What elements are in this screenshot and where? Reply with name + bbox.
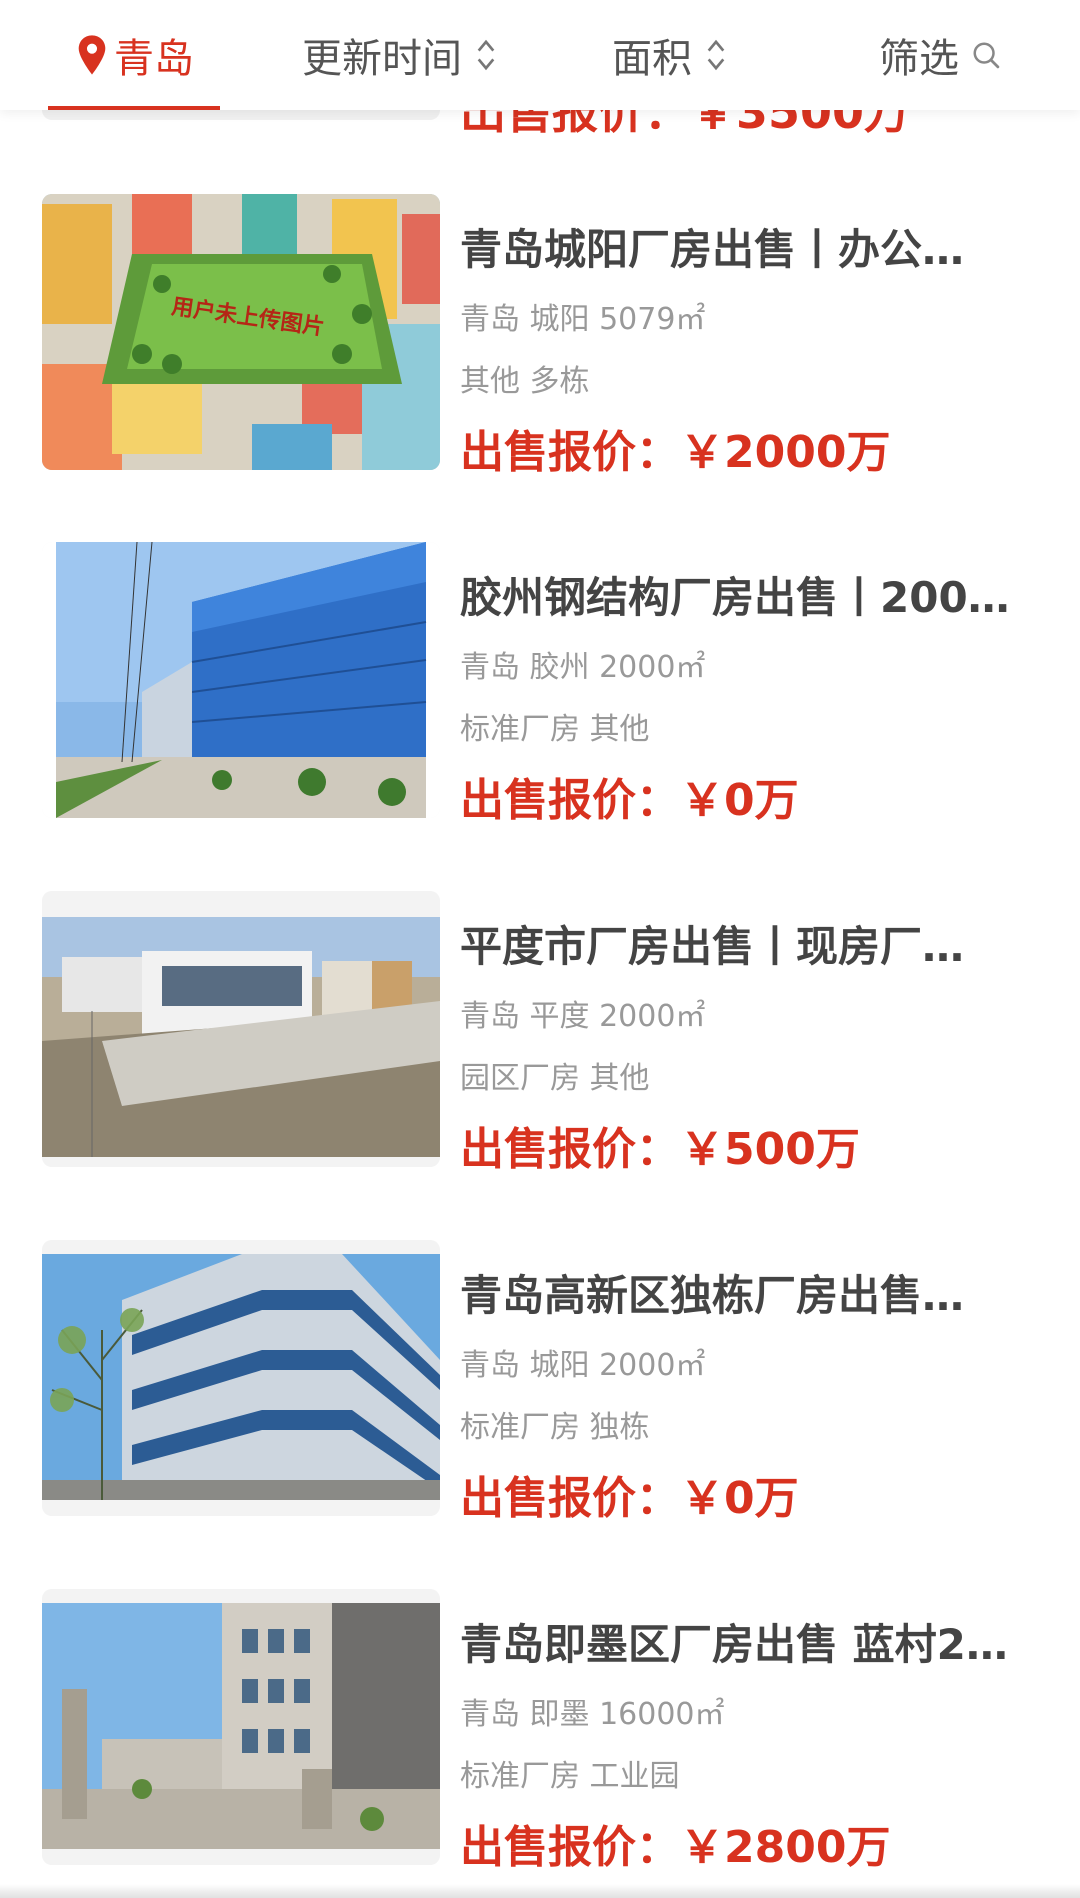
listing-thumbnail — [42, 542, 440, 818]
listing-title: 青岛城阳厂房出售丨办公… — [460, 225, 965, 274]
filter-bar: 青岛 更新时间 面积 筛选 — [0, 0, 1080, 110]
town-illustration: 用户未上传图片 — [42, 194, 440, 470]
location-pin-icon — [78, 35, 106, 75]
listing-title: 青岛即墨区厂房出售 蓝村2… — [460, 1620, 1008, 1669]
listing-tags: 标准厂房 独栋 — [460, 1410, 650, 1445]
listing-tags: 园区厂房 其他 — [460, 1061, 650, 1096]
listing-thumbnail — [42, 1240, 440, 1516]
listing-item[interactable]: 青岛高新区独栋厂房出售… 青岛 城阳 2000㎡ 标准厂房 独栋 出售报价：￥0… — [0, 1240, 1080, 1540]
listing-thumbnail — [42, 891, 440, 1167]
sort-area-label: 面积 — [612, 36, 692, 82]
active-tab-underline — [48, 106, 220, 110]
factory-photo — [42, 1589, 440, 1865]
bottom-shadow — [0, 1884, 1080, 1898]
listing-price: 出售报价：￥0万 — [460, 1473, 799, 1524]
listing-tags: 标准厂房 其他 — [460, 712, 650, 747]
sort-updown-icon — [477, 39, 495, 71]
listing-tags: 标准厂房 工业园 — [460, 1759, 680, 1794]
city-selector[interactable]: 青岛 — [48, 0, 220, 110]
search-icon — [973, 42, 1000, 69]
listing-item[interactable]: 平度市厂房出售丨现房厂… 青岛 平度 2000㎡ 园区厂房 其他 出售报价：￥5… — [0, 891, 1080, 1191]
factory-photo — [42, 1240, 440, 1516]
listing-thumbnail — [42, 1589, 440, 1865]
listing-price: 出售报价：￥500万 — [460, 1124, 860, 1175]
sort-update-time-label: 更新时间 — [302, 36, 462, 82]
listing-thumbnail: 用户未上传图片 — [42, 194, 440, 470]
sort-area[interactable]: 面积 — [600, 0, 740, 110]
listing-location: 青岛 即墨 16000㎡ — [460, 1697, 725, 1732]
filter-button[interactable]: 筛选 — [870, 0, 1010, 110]
sort-update-time[interactable]: 更新时间 — [290, 0, 510, 110]
listing-tags: 其他 多栋 — [460, 364, 590, 399]
listing-title: 胶州钢结构厂房出售丨200… — [460, 573, 1010, 622]
listing-item[interactable]: 用户未上传图片 青岛城阳厂房出售丨办公… 青岛 城阳 5079㎡ 其他 多栋 出… — [0, 194, 1080, 494]
listing-title: 平度市厂房出售丨现房厂… — [460, 922, 965, 971]
listing-title: 青岛高新区独栋厂房出售… — [460, 1271, 965, 1320]
sort-updown-icon — [707, 39, 725, 71]
listing-location: 青岛 城阳 2000㎡ — [460, 1348, 706, 1383]
listing-location: 青岛 城阳 5079㎡ — [460, 302, 706, 337]
filter-label: 筛选 — [879, 36, 959, 82]
listing-price: 出售报价：￥2800万 — [460, 1822, 891, 1873]
listing-location: 青岛 平度 2000㎡ — [460, 999, 706, 1034]
listing-item[interactable]: 青岛即墨区厂房出售 蓝村2… 青岛 即墨 16000㎡ 标准厂房 工业园 出售报… — [0, 1589, 1080, 1889]
listing-page: 青岛 更新时间 面积 筛选 出售报价：￥3500万 用户未上传图片 青岛城阳厂房… — [0, 0, 1080, 1898]
listing-item[interactable]: 胶州钢结构厂房出售丨200… 青岛 胶州 2000㎡ 标准厂房 其他 出售报价：… — [0, 542, 1080, 842]
listing-location: 青岛 胶州 2000㎡ — [460, 650, 706, 685]
factory-photo — [42, 891, 440, 1167]
city-label: 青岛 — [114, 36, 194, 82]
factory-photo — [42, 542, 440, 818]
listing-price: 出售报价：￥2000万 — [460, 427, 891, 478]
listing-price: 出售报价：￥0万 — [460, 775, 799, 826]
